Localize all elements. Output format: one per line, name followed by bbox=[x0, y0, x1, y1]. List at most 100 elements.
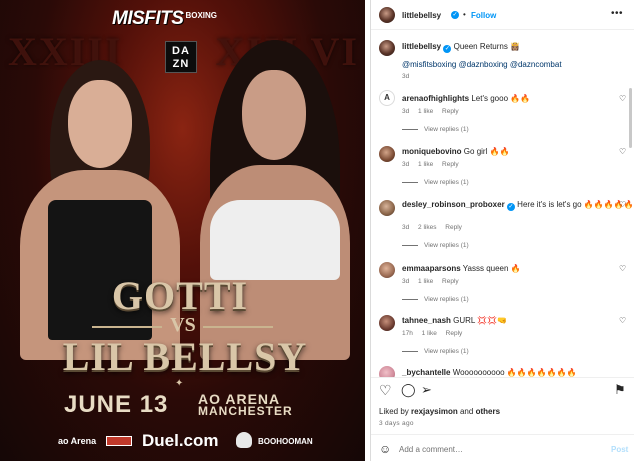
sponsor-ao-arena: ao Arena bbox=[58, 436, 97, 446]
caption-mentions[interactable]: @misfitsboxing @daznboxing @dazncombat bbox=[402, 60, 562, 69]
comment-username[interactable]: tahnee_nash bbox=[402, 316, 451, 325]
liked-by-others[interactable]: others bbox=[476, 407, 500, 416]
more-options-icon[interactable]: ••• bbox=[611, 8, 623, 19]
owner-avatar[interactable] bbox=[379, 7, 395, 23]
comment-reply-button[interactable]: Reply bbox=[442, 108, 459, 115]
comment-avatar[interactable] bbox=[379, 146, 395, 162]
comment-meta: 3d 2 likes Reply bbox=[402, 224, 469, 231]
view-replies-label: View replies (1) bbox=[424, 296, 469, 303]
comment-avatar[interactable]: A bbox=[379, 90, 395, 106]
comment-like-icon[interactable]: ♡ bbox=[619, 200, 626, 209]
caption-line: littlebellsy ✓ Queen Returns 👸🏽 bbox=[402, 42, 520, 53]
comment-avatar[interactable] bbox=[379, 200, 395, 216]
comment-meta: 3d 1 like Reply bbox=[402, 161, 466, 168]
view-replies-button[interactable]: View replies (1) bbox=[402, 242, 469, 249]
comment-line: arenaofhighlights Let's gooo 🔥🔥 bbox=[402, 94, 530, 103]
comment-like-icon[interactable]: ♡ bbox=[619, 316, 626, 325]
comment-like-icon[interactable]: ♡ bbox=[619, 264, 626, 273]
comment-meta: 17h 1 like Reply bbox=[402, 330, 469, 337]
comment-username[interactable]: arenaofhighlights bbox=[402, 94, 469, 103]
brand-name: MISFITS bbox=[112, 8, 184, 29]
view-replies-label: View replies (1) bbox=[424, 179, 469, 186]
liked-by-prefix: Liked by bbox=[379, 407, 409, 416]
comment-avatar[interactable] bbox=[379, 315, 395, 331]
comment-text: Here it's is let's go 🔥🔥🔥🔥🔥🔥 bbox=[517, 200, 634, 209]
post-details-panel: littlebellsy ✓ • Follow ••• littlebellsy… bbox=[370, 0, 634, 461]
view-replies-button[interactable]: View replies (1) bbox=[402, 348, 469, 355]
view-replies-button[interactable]: View replies (1) bbox=[402, 179, 469, 186]
comment-meta: 3d 1 like Reply bbox=[402, 278, 466, 285]
comment-line: desley_robinson_proboxer ✓ Here it's is … bbox=[402, 200, 634, 211]
comment-likes[interactable]: 1 like bbox=[422, 330, 437, 337]
sponsor-strip: ao Arena Duel.com BOOHOOMAN bbox=[0, 427, 365, 461]
caption-username[interactable]: littlebellsy bbox=[402, 42, 441, 51]
comment-age: 3d bbox=[402, 108, 410, 115]
caption-text: Queen Returns 👸🏽 bbox=[453, 42, 521, 51]
sponsor-badge-icon bbox=[106, 436, 132, 446]
comment-avatar[interactable] bbox=[379, 262, 395, 278]
gorilla-logo-icon bbox=[236, 432, 252, 448]
view-replies-label: View replies (1) bbox=[424, 126, 469, 133]
comment-line: tahnee_nash GURL 💢💢🤜 bbox=[402, 316, 507, 325]
vs-divider-right bbox=[203, 326, 273, 328]
comment-username[interactable]: moniquebovino bbox=[402, 147, 462, 156]
misfits-boxing-logo: MISFITS BOXING bbox=[112, 8, 262, 30]
comment-username[interactable]: emmaaparsons bbox=[402, 264, 461, 273]
save-icon[interactable]: ⚑ bbox=[614, 383, 626, 397]
comment-reply-button[interactable]: Reply bbox=[445, 224, 462, 231]
view-replies-line bbox=[402, 128, 418, 130]
comment-reply-button[interactable]: Reply bbox=[446, 330, 463, 337]
add-comment-row: ☺ Post bbox=[371, 434, 634, 461]
verified-badge-icon: ✓ bbox=[451, 11, 459, 19]
comment-like-icon[interactable]: ♡ bbox=[619, 94, 626, 103]
caption-age: 3d bbox=[402, 73, 410, 80]
owner-username[interactable]: littlebellsy bbox=[402, 11, 441, 20]
fighter-left-face bbox=[68, 80, 132, 168]
liked-by-suffix: and bbox=[459, 407, 474, 416]
follow-button[interactable]: Follow bbox=[471, 11, 496, 20]
comment-likes[interactable]: 1 like bbox=[418, 108, 433, 115]
comment-meta: 3d 1 like Reply bbox=[402, 108, 466, 115]
liked-by-line: Liked by rexjaysimon and others bbox=[379, 407, 500, 416]
comment-age: 3d bbox=[402, 224, 410, 231]
view-replies-button[interactable]: View replies (1) bbox=[402, 126, 469, 133]
fighter-left-top bbox=[48, 200, 152, 340]
comment-like-icon[interactable]: ♡ bbox=[619, 147, 626, 156]
add-comment-input[interactable] bbox=[399, 443, 589, 455]
view-replies-label: View replies (1) bbox=[424, 242, 469, 249]
like-icon[interactable]: ♡ bbox=[379, 383, 392, 397]
comments-scrollbar[interactable] bbox=[629, 88, 632, 148]
comment-icon[interactable]: ◯ bbox=[401, 383, 416, 397]
comment-line: _bychantelle Woooooooooo 🔥🔥🔥🔥🔥🔥🔥 bbox=[402, 368, 577, 377]
comment-text: Woooooooooo 🔥🔥🔥🔥🔥🔥🔥 bbox=[452, 368, 577, 377]
comment-verified-icon: ✓ bbox=[506, 203, 515, 211]
emoji-icon[interactable]: ☺ bbox=[379, 442, 391, 456]
comment-reply-button[interactable]: Reply bbox=[442, 161, 459, 168]
post-header: littlebellsy ✓ • Follow ••• bbox=[371, 0, 634, 30]
comment-username[interactable]: desley_robinson_proboxer bbox=[402, 200, 505, 209]
comment-text: Yasss queen 🔥 bbox=[462, 264, 521, 273]
venue-city: MANCHESTER bbox=[198, 404, 293, 418]
post-comment-button[interactable]: Post bbox=[611, 445, 628, 454]
sponsor-duel: Duel.com bbox=[142, 431, 219, 450]
view-replies-button[interactable]: View replies (1) bbox=[402, 296, 469, 303]
caption-avatar[interactable] bbox=[379, 40, 395, 56]
comment-username[interactable]: _bychantelle bbox=[402, 368, 450, 377]
post-image[interactable]: XXIII XIII VI MISFITSBOXING DA ZN GOTTI … bbox=[0, 0, 365, 461]
comment-reply-button[interactable]: Reply bbox=[442, 278, 459, 285]
share-icon[interactable]: ➢ bbox=[421, 383, 432, 397]
fighter-right-top bbox=[210, 200, 340, 280]
comment-likes[interactable]: 1 like bbox=[418, 161, 433, 168]
comment-likes[interactable]: 2 likes bbox=[418, 224, 436, 231]
vs-divider-left bbox=[92, 326, 162, 328]
view-replies-line bbox=[402, 244, 418, 246]
comment-text: Go girl 🔥🔥 bbox=[463, 147, 510, 156]
caption-verified-icon: ✓ bbox=[443, 45, 452, 53]
comment-age: 17h bbox=[402, 330, 413, 337]
comment-text: GURL 💢💢🤜 bbox=[453, 316, 508, 325]
poster-title-lil-bellsy: LIL BELLSY bbox=[62, 334, 308, 379]
comment-likes[interactable]: 1 like bbox=[418, 278, 433, 285]
post-actions: ♡ ◯ ➢ ⚑ Liked by rexjaysimon and others … bbox=[371, 377, 634, 461]
comment-age: 3d bbox=[402, 278, 410, 285]
liked-by-user[interactable]: rexjaysimon bbox=[411, 407, 458, 416]
